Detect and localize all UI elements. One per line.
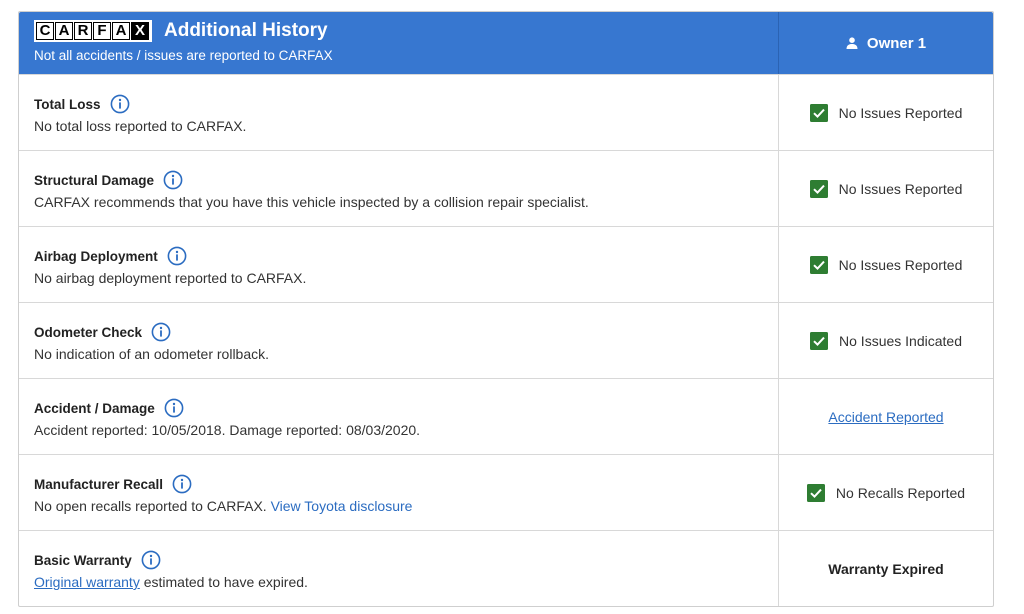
row-title: Structural Damage [34,172,155,188]
status-text: No Issues Reported [838,104,963,121]
info-circle-icon[interactable] [163,170,183,190]
row-title: Basic Warranty [34,552,132,568]
view-toyota-disclosure-link[interactable]: View Toyota disclosure [271,498,413,514]
logo-letter: A [55,22,73,40]
history-row-accident-damage: Accident / Damage Accident reported: 10/… [19,378,993,454]
row-status: No Issues Reported [779,75,993,150]
history-row-manufacturer-recall: Manufacturer Recall No open recalls repo… [19,454,993,530]
original-warranty-link[interactable]: Original warranty [34,574,140,590]
checkbox-checked-icon [809,255,828,274]
accident-reported-link[interactable]: Accident Reported [828,409,943,425]
row-title: Total Loss [34,96,101,112]
brand-row: C A R F A X Additional History [34,20,778,42]
logo-letter: F [93,22,111,40]
history-row-basic-warranty: Basic Warranty Original warranty estimat… [19,530,993,606]
row-left: Odometer Check No indication of an odome… [19,303,779,378]
row-status: No Recalls Reported [779,455,993,530]
owner-column-header: Owner 1 [779,12,993,74]
checkbox-checked-icon [809,179,828,198]
info-circle-icon[interactable] [167,246,187,266]
row-description-wrap: Original warranty estimated to have expi… [34,574,778,590]
row-description-wrap: No open recalls reported to CARFAX. View… [34,498,778,514]
info-circle-icon[interactable] [110,94,130,114]
history-row-airbag-deployment: Airbag Deployment No airbag deployment r… [19,226,993,302]
row-status: Accident Reported [779,379,993,454]
history-row-structural-damage: Structural Damage CARFAX recommends that… [19,150,993,226]
logo-letter: X [131,22,149,40]
row-status: No Issues Reported [779,227,993,302]
table-header: C A R F A X Additional History Not all a… [19,12,993,74]
row-description: Accident reported: 10/05/2018. Damage re… [34,422,421,438]
header-left: C A R F A X Additional History Not all a… [19,12,779,74]
history-row-odometer-check: Odometer Check No indication of an odome… [19,302,993,378]
row-left: Accident / Damage Accident reported: 10/… [19,379,779,454]
status-text: No Issues Reported [838,180,963,197]
row-description: No open recalls reported to CARFAX. [34,498,267,514]
checkbox-checked-icon [806,483,825,502]
info-circle-icon[interactable] [151,322,171,342]
row-description: No total loss reported to CARFAX. [34,118,247,134]
carfax-logo: C A R F A X [34,20,152,42]
person-icon [846,37,858,49]
additional-history-table: C A R F A X Additional History Not all a… [18,11,994,607]
status-text: No Issues Indicated [839,332,962,349]
row-status: No Issues Reported [779,151,993,226]
row-status: No Issues Indicated [779,303,993,378]
info-circle-icon[interactable] [172,474,192,494]
row-description: No indication of an odometer rollback. [34,346,270,362]
row-left: Basic Warranty Original warranty estimat… [19,531,779,606]
logo-letter: A [112,22,130,40]
row-title: Manufacturer Recall [34,476,164,492]
section-title: Additional History [164,20,328,41]
row-title: Airbag Deployment [34,248,158,264]
section-subtitle: Not all accidents / issues are reported … [34,48,333,63]
history-row-total-loss: Total Loss No total loss reported to CAR… [19,74,993,150]
row-description: estimated to have expired. [143,574,308,590]
row-left: Manufacturer Recall No open recalls repo… [19,455,779,530]
owner-label-wrap: Owner 1 [846,35,926,52]
row-description: CARFAX recommends that you have this veh… [34,194,589,210]
logo-letter: R [74,22,92,40]
info-circle-icon[interactable] [141,550,161,570]
status-text: No Recalls Reported [835,484,966,501]
row-left: Airbag Deployment No airbag deployment r… [19,227,779,302]
checkbox-checked-icon [809,103,828,122]
row-left: Total Loss No total loss reported to CAR… [19,75,779,150]
status-text: No Issues Reported [838,256,963,273]
status-text: Warranty Expired [828,560,944,577]
owner-label: Owner 1 [866,34,927,52]
row-title: Accident / Damage [34,400,155,416]
row-left: Structural Damage CARFAX recommends that… [19,151,779,226]
checkbox-checked-icon [810,331,829,350]
row-description: No airbag deployment reported to CARFAX. [34,270,307,286]
row-title: Odometer Check [34,324,143,340]
info-circle-icon[interactable] [164,398,184,418]
logo-letter: C [36,22,54,40]
row-status: Warranty Expired [779,531,993,606]
